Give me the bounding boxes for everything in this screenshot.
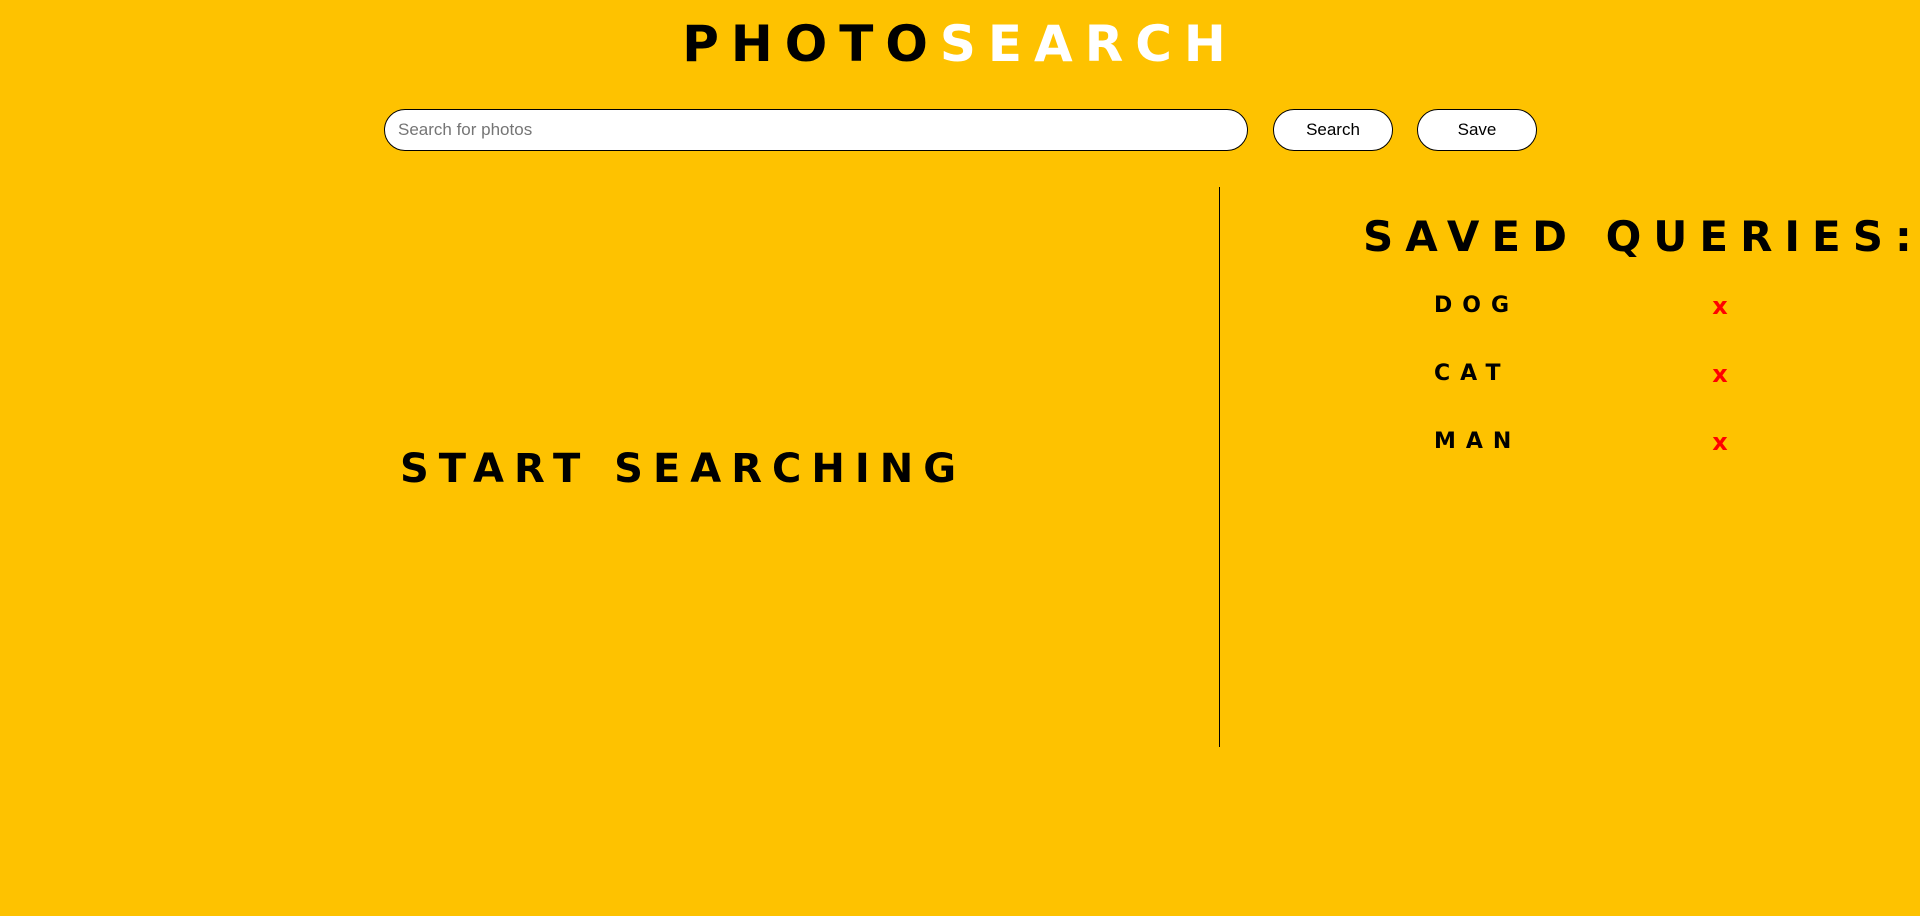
start-searching-message: Start Searching xyxy=(400,446,967,492)
saved-queries-list: Dog x Cat x Man x xyxy=(1430,290,1730,494)
logo-primary: Photo xyxy=(682,15,940,73)
saved-query-label[interactable]: Cat xyxy=(1434,358,1510,390)
delete-query-button[interactable]: x xyxy=(1710,290,1730,322)
saved-query-item: Dog x xyxy=(1430,290,1730,358)
saved-query-item: Cat x xyxy=(1430,358,1730,426)
app-logo: PhotoSearch xyxy=(0,14,1920,74)
search-button[interactable]: Search xyxy=(1273,109,1393,151)
delete-query-button[interactable]: x xyxy=(1710,358,1730,390)
logo-accent: Search xyxy=(939,15,1238,73)
panel-divider xyxy=(1219,187,1220,747)
saved-query-label[interactable]: Dog xyxy=(1434,290,1519,322)
save-button[interactable]: Save xyxy=(1417,109,1537,151)
saved-query-label[interactable]: Man xyxy=(1434,426,1521,458)
saved-query-item: Man x xyxy=(1430,426,1730,494)
photo-search-app: PhotoSearch Search Save Start Searching … xyxy=(0,0,1920,916)
saved-queries-title: Saved Queries: xyxy=(1363,212,1920,261)
delete-query-button[interactable]: x xyxy=(1710,426,1730,458)
search-input[interactable] xyxy=(384,109,1248,151)
